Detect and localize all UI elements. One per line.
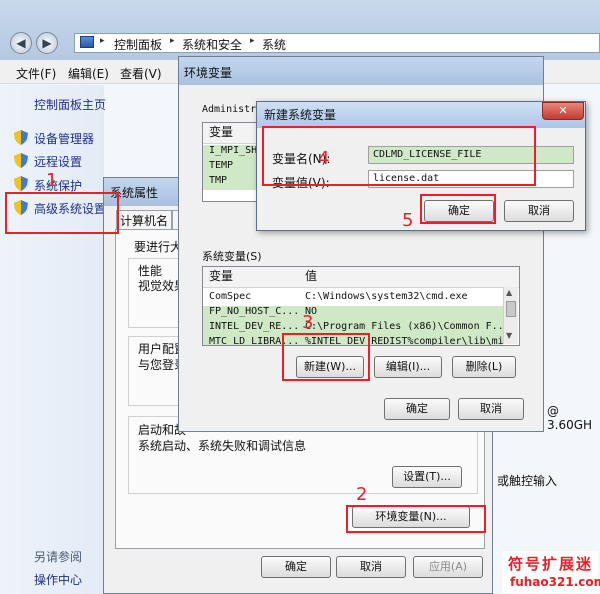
annotation-box-new-button xyxy=(282,333,370,381)
annotation-box-name-value xyxy=(262,126,536,186)
env-titlebar xyxy=(179,57,543,85)
watermark-url: fuhao321.com xyxy=(510,575,600,589)
annotation-box-env-button xyxy=(346,505,486,533)
cpu-speed-text: @ 3.60GH xyxy=(547,404,593,432)
system-properties-cancel-button[interactable]: 取消 xyxy=(336,556,406,578)
delete-variable-button[interactable]: 删除(L) xyxy=(452,356,516,378)
startup-recovery-desc: 系统启动、系统失败和调试信息 xyxy=(138,439,307,453)
system-properties-ok-button[interactable]: 确定 xyxy=(261,556,331,578)
annotation-box-ok-button xyxy=(420,194,496,224)
scroll-down-arrow-icon[interactable]: ▼ xyxy=(506,331,512,340)
env-ok-button[interactable]: 确定 xyxy=(384,398,450,420)
nav-action-center[interactable]: 操作中心 xyxy=(34,571,82,588)
breadcrumb-separator-icon: ▸ xyxy=(170,36,175,46)
newvar-close-button[interactable]: ✕ xyxy=(542,102,584,120)
nav-control-panel-home[interactable]: 控制面板主页 xyxy=(34,96,106,113)
tab-computer-name[interactable]: 计算机名 xyxy=(116,210,172,230)
annotation-number-3: 3 xyxy=(302,312,314,333)
pen-touch-text: 或触控输入 xyxy=(497,474,558,488)
system-var-row[interactable]: ComSpec C:\Windows\system32\cmd.exe xyxy=(203,291,503,306)
scroll-thumb[interactable] xyxy=(506,301,516,317)
env-cancel-button[interactable]: 取消 xyxy=(458,398,524,420)
breadcrumb-security[interactable]: 系统和安全 xyxy=(182,36,242,53)
system-var-name: ComSpec xyxy=(209,291,252,302)
system-variables-header: 变量 值 xyxy=(203,267,519,288)
menu-view[interactable]: 查看(V) xyxy=(120,65,162,82)
watermark-logo: 符号扩展迷 fuhao321.com xyxy=(502,551,600,593)
newvar-cancel-button[interactable]: 取消 xyxy=(504,200,574,222)
shield-icon xyxy=(14,130,28,145)
admin-note: 要进行大 xyxy=(134,240,183,254)
nav-device-manager[interactable]: 设备管理器 xyxy=(34,130,94,147)
system-var-name: FP_NO_HOST_C... xyxy=(209,306,300,317)
system-variables-scrollbar[interactable]: ▲ ▼ xyxy=(503,287,518,344)
annotation-number-5: 5 xyxy=(402,210,414,231)
breadcrumb-separator-icon: ▸ xyxy=(100,36,105,46)
system-var-header-var: 变量 xyxy=(209,269,234,283)
back-button[interactable]: ◀ xyxy=(10,32,32,54)
newvar-title: 新建系统变量 xyxy=(264,108,337,122)
menu-file[interactable]: 文件(F) xyxy=(16,65,56,82)
see-also-label: 另请参阅 xyxy=(34,550,83,564)
annotation-number-2: 2 xyxy=(356,484,368,505)
scroll-up-arrow-icon[interactable]: ▲ xyxy=(506,288,512,297)
system-var-name: INTEL_DEV_RE... xyxy=(209,321,300,332)
shield-icon xyxy=(14,176,28,191)
system-var-value: C:\Program Files (x86)\Common F... xyxy=(305,321,503,332)
system-var-value: C:\Windows\system32\cmd.exe xyxy=(305,291,468,302)
system-var-header-val: 值 xyxy=(305,269,318,283)
menu-edit[interactable]: 编辑(E) xyxy=(68,65,109,82)
annotation-number-4: 4 xyxy=(318,148,330,169)
breadcrumb-system[interactable]: 系统 xyxy=(262,36,286,53)
system-var-row[interactable]: FP_NO_HOST_C... NO xyxy=(203,306,503,321)
user-var-header-label: 变量 xyxy=(209,125,234,139)
annotation-box-advanced-settings xyxy=(5,192,119,234)
startup-settings-button[interactable]: 设置(T)... xyxy=(392,466,462,488)
tab-computer-name-label: 计算机名 xyxy=(119,214,168,228)
breadcrumb-control-panel[interactable]: 控制面板 xyxy=(114,36,162,53)
control-panel-icon xyxy=(80,36,94,48)
system-properties-apply-button[interactable]: 应用(A) xyxy=(413,556,483,578)
forward-button[interactable]: ▶ xyxy=(36,32,58,54)
watermark-brand: 符号扩展迷 xyxy=(508,555,594,573)
breadcrumb-separator-icon: ▸ xyxy=(250,36,255,46)
env-title: 环境变量 xyxy=(184,66,233,80)
edit-variable-button[interactable]: 编辑(I)... xyxy=(374,356,442,378)
annotation-number-1: 1 xyxy=(46,170,58,191)
system-variables-label: 系统变量(S) xyxy=(202,250,262,263)
shield-icon xyxy=(14,153,28,168)
nav-remote-settings[interactable]: 远程设置 xyxy=(34,153,82,170)
close-icon: ✕ xyxy=(558,104,568,117)
